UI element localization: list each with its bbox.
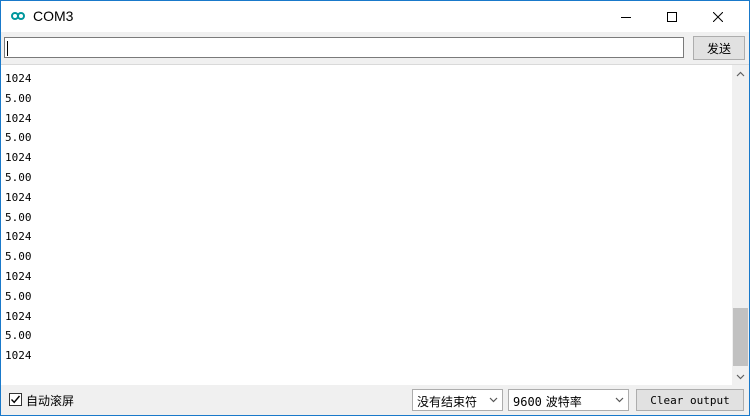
chevron-down-icon — [615, 397, 624, 403]
scroll-up-button[interactable] — [732, 65, 749, 82]
close-button[interactable] — [695, 1, 741, 32]
minimize-button[interactable] — [603, 1, 649, 32]
autoscroll-checkbox[interactable] — [9, 393, 22, 406]
maximize-icon — [667, 11, 677, 22]
output-line: 1024 — [5, 190, 32, 204]
text-caret — [7, 41, 8, 56]
baud-rate-value: 9600 波特率 — [513, 393, 582, 410]
bottom-toolbar: 自动滚屏 没有结束符 9600 波特率 Clear output — [1, 385, 749, 415]
output-line: 5.00 — [5, 210, 32, 224]
scroll-down-button[interactable] — [732, 368, 749, 385]
arduino-infinity-icon — [11, 12, 25, 20]
clear-output-button[interactable]: Clear output — [636, 389, 744, 411]
window-title: COM3 — [33, 8, 74, 24]
chevron-down-icon — [736, 374, 745, 379]
serial-output-area[interactable]: 1024 5.00 1024 5.00 1024 5.00 1024 5.00 1024 5.00… — [1, 64, 749, 385]
send-row: 发送 — [1, 32, 749, 64]
title-bar[interactable]: COM3 — [1, 1, 749, 32]
baud-rate-number: 9600 — [513, 395, 542, 409]
output-line: 5.00 — [5, 329, 32, 343]
output-line: 1024 — [5, 230, 32, 244]
scrollbar-thumb[interactable] — [733, 308, 748, 366]
output-line: 1024 — [5, 309, 32, 323]
output-lines: 1024 5.00 1024 5.00 1024 5.00 1024 5.00 1024 5.00… — [5, 69, 725, 366]
serial-monitor-window: COM3 发送 1024 5.00 1024 5.00 1024 5.00 1024 5.00… — [0, 0, 750, 416]
output-line: 1024 — [5, 349, 32, 363]
minimize-icon — [621, 16, 631, 18]
vertical-scrollbar[interactable] — [732, 65, 749, 385]
baud-rate-unit: 波特率 — [545, 395, 582, 409]
output-line: 5.00 — [5, 250, 32, 264]
baud-rate-select[interactable]: 9600 波特率 — [508, 389, 629, 411]
output-line: 1024 — [5, 72, 32, 85]
output-line: 1024 — [5, 111, 32, 125]
output-line: 1024 — [5, 151, 32, 165]
output-line: 5.00 — [5, 131, 32, 145]
chevron-up-icon — [736, 71, 745, 76]
output-line: 5.00 — [5, 289, 32, 303]
output-line: 1024 — [5, 269, 32, 283]
output-line: 5.00 — [5, 170, 32, 184]
close-icon — [713, 11, 723, 22]
checkmark-icon — [10, 395, 21, 404]
chevron-down-icon — [489, 397, 498, 403]
autoscroll-label[interactable]: 自动滚屏 — [26, 392, 74, 409]
maximize-button[interactable] — [649, 1, 695, 32]
line-ending-value: 没有结束符 — [417, 395, 478, 409]
serial-send-input[interactable] — [4, 37, 684, 58]
send-button[interactable]: 发送 — [693, 36, 745, 60]
output-line: 5.00 — [5, 91, 32, 105]
line-ending-select[interactable]: 没有结束符 — [412, 389, 503, 411]
